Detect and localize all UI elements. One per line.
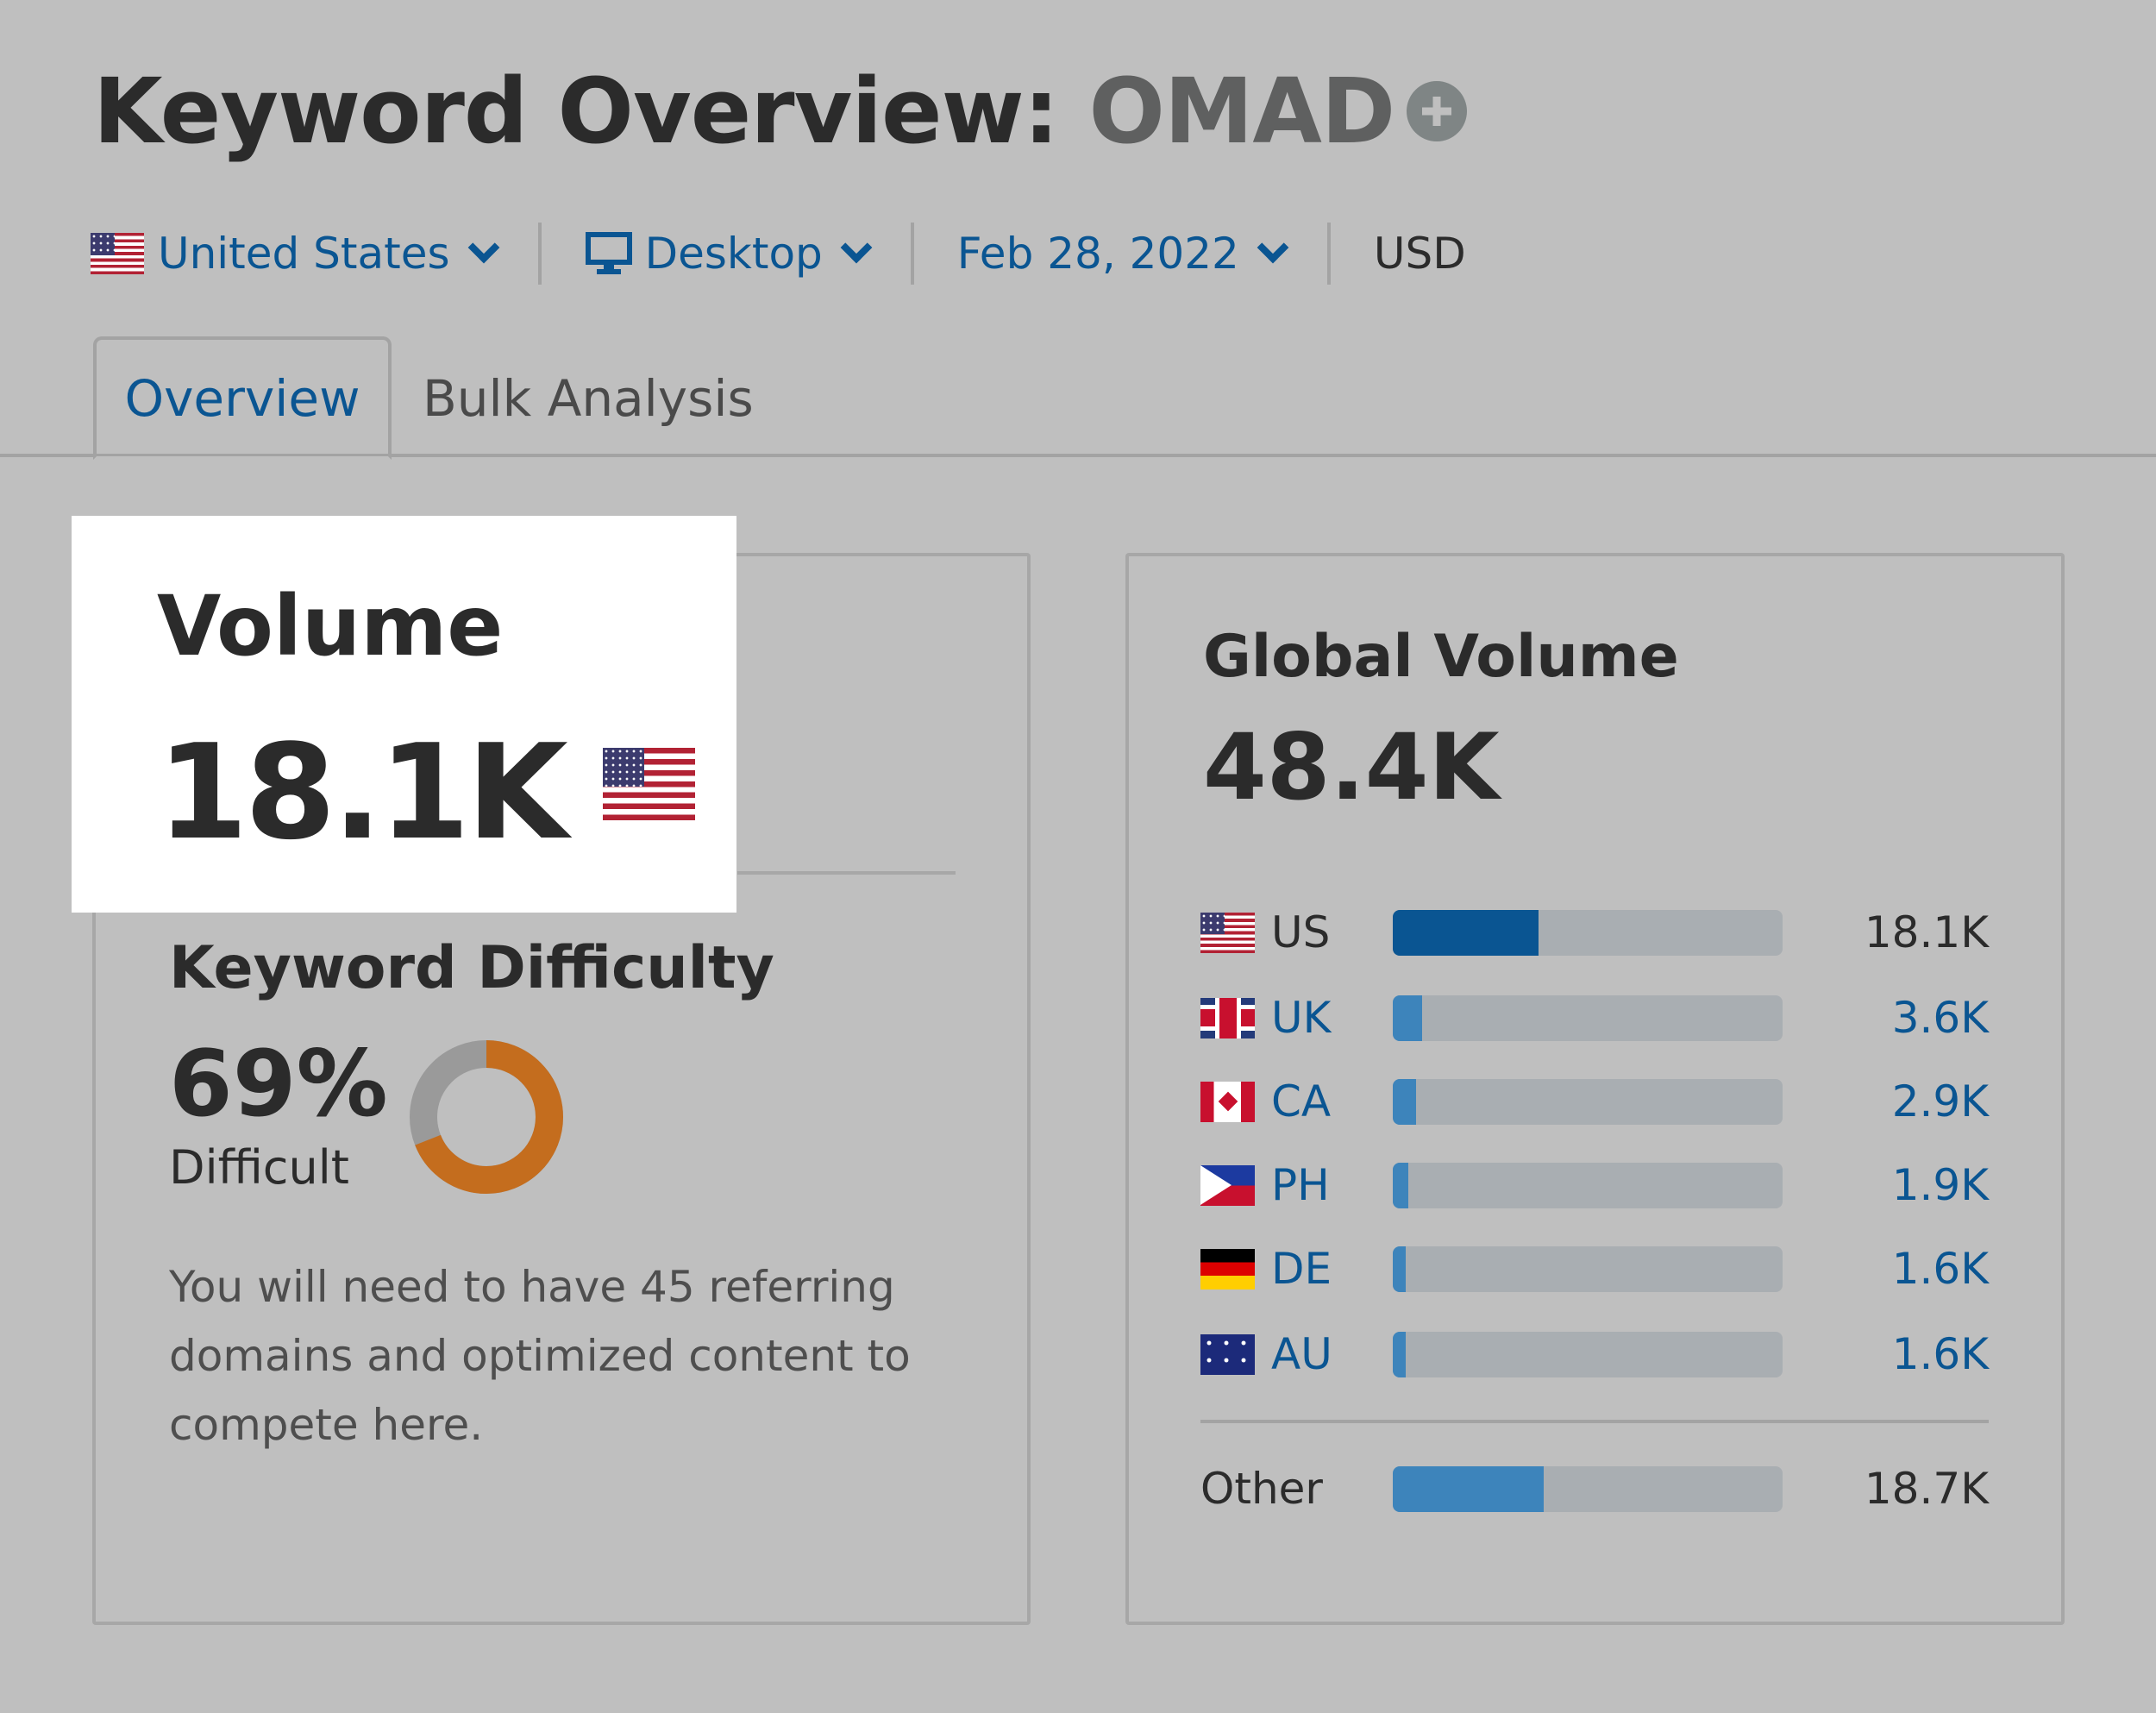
volume-bar (1393, 1246, 1783, 1292)
country-row-other: Other 18.7K (1200, 1463, 1989, 1515)
country-row-us[interactable]: US 18.1K (1200, 907, 1989, 958)
currency-label: USD (1373, 229, 1466, 279)
us-flag-icon (602, 748, 695, 820)
volume-bar-fill (1393, 909, 1539, 956)
volume-bar (1393, 995, 1783, 1041)
tab-bulk-analysis[interactable]: Bulk Analysis (423, 336, 754, 460)
country-volume[interactable]: 3.6K (1783, 993, 1989, 1043)
country-code: US (1271, 907, 1331, 957)
other-value: 18.7K (1864, 1464, 1989, 1514)
device-dropdown[interactable]: Desktop (585, 229, 893, 279)
country-volume[interactable]: 1.6K (1783, 1329, 1989, 1379)
difficulty-donut-chart (410, 1040, 563, 1194)
device-label: Desktop (644, 229, 823, 279)
divider (537, 223, 542, 285)
country-row-ca[interactable]: CA 2.9K (1200, 1076, 1989, 1127)
desktop-icon (585, 232, 632, 274)
volume-bar-fill (1393, 1078, 1417, 1125)
country-row-de[interactable]: DE 1.6K (1200, 1243, 1989, 1295)
country-row-uk[interactable]: UK 3.6K (1200, 992, 1989, 1044)
uk-flag-icon (1200, 997, 1255, 1038)
volume-bar-fill (1393, 1246, 1406, 1292)
volume-label: Volume (157, 578, 504, 675)
volume-bar (1393, 1465, 1783, 1512)
de-flag-icon (1200, 1248, 1255, 1289)
date-label: Feb 28, 2022 (956, 229, 1239, 279)
page-title: Keyword Overview: OMAD (93, 59, 1468, 164)
country-dropdown[interactable]: United States (91, 229, 521, 279)
chevron-down-icon (1257, 231, 1289, 264)
country-code[interactable]: DE (1271, 1244, 1393, 1294)
country-row-ph[interactable]: PH 1.9K (1200, 1159, 1989, 1211)
keyword-difficulty-label: Keyword Difficulty (169, 934, 774, 1002)
difficulty-description: You will need to have 45 referring domai… (169, 1262, 911, 1450)
chevron-down-icon (840, 231, 873, 264)
volume-bar-fill (1393, 1465, 1544, 1512)
plus-circle-icon[interactable] (1407, 80, 1468, 141)
country-code[interactable]: AU (1271, 1329, 1393, 1379)
divider (1200, 1420, 1989, 1423)
keyword: OMAD (1088, 59, 1395, 164)
volume-bar (1393, 1078, 1783, 1125)
ca-flag-icon (1200, 1081, 1255, 1122)
volume-bar-fill (1393, 1331, 1406, 1377)
filters-bar: United States Desktop Feb 28, 2022 USD (91, 223, 1466, 285)
tab-overview[interactable]: Overview (93, 336, 392, 460)
date-dropdown[interactable]: Feb 28, 2022 (957, 229, 1310, 279)
volume-value: 18.1K (157, 716, 695, 869)
au-flag-icon (1200, 1333, 1255, 1375)
volume-bar-fill (1393, 995, 1422, 1041)
volume-bar (1393, 1162, 1783, 1208)
country-row-au[interactable]: AU 1.6K (1200, 1328, 1989, 1380)
country-volume[interactable]: 1.6K (1783, 1244, 1989, 1294)
country-label: United States (158, 229, 450, 279)
us-flag-icon (91, 233, 144, 274)
divider (737, 871, 956, 875)
us-flag-icon (1200, 912, 1255, 953)
global-volume-value: 48.4K (1203, 714, 1500, 820)
country-volume: 18.1K (1864, 907, 1989, 957)
country-code[interactable]: CA (1271, 1076, 1393, 1126)
volume-bar (1393, 1331, 1783, 1377)
divider (1326, 223, 1331, 285)
chevron-down-icon (467, 231, 499, 264)
title-prefix: Keyword Overview: (93, 59, 1059, 164)
volume-number: 18.1K (157, 716, 568, 869)
country-volume[interactable]: 2.9K (1783, 1076, 1989, 1126)
country-volume[interactable]: 1.9K (1783, 1160, 1989, 1210)
global-volume-label: Global Volume (1203, 623, 1679, 691)
volume-bar-fill (1393, 1162, 1408, 1208)
volume-bar (1393, 909, 1783, 956)
other-label: Other (1200, 1464, 1323, 1514)
keyword-difficulty-value: 69% (169, 1031, 388, 1137)
difficulty-level: Difficult (169, 1140, 349, 1195)
tab-bar: Overview Bulk Analysis (0, 336, 2156, 460)
country-code[interactable]: PH (1271, 1160, 1393, 1210)
country-code[interactable]: UK (1271, 993, 1393, 1043)
ph-flag-icon (1200, 1164, 1255, 1206)
divider (910, 223, 914, 285)
